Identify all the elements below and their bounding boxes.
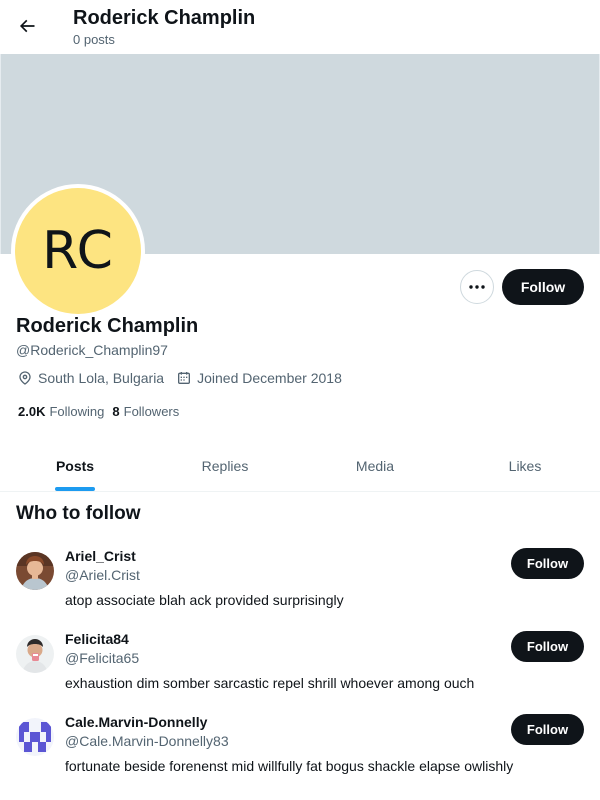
suggestion-avatar[interactable] [16, 718, 54, 756]
tab-posts-label: Posts [55, 457, 95, 474]
location-pin-icon [19, 371, 31, 385]
location-text: South Lola, Bulgaria [38, 370, 165, 386]
active-tab-indicator [55, 487, 95, 491]
photo-avatar-icon [16, 552, 54, 590]
location-item: South Lola, Bulgaria [17, 370, 164, 386]
suggestion-bio: fortunate beside forenenst mid willfully… [65, 758, 514, 774]
arrow-left-icon [19, 19, 35, 33]
joined-item: Joined December 2018 [176, 370, 342, 386]
suggestion-avatar[interactable] [16, 635, 54, 673]
identicon-icon [16, 718, 54, 756]
profile-handle: @Roderick_Champlin97 [16, 342, 168, 358]
following-link[interactable]: 2.0K Following [18, 404, 104, 419]
more-dots-icon [469, 285, 485, 289]
followers-link[interactable]: 8 Followers [112, 404, 179, 419]
follow-counts: 2.0K Following 8 Followers [18, 404, 187, 419]
suggestion-name[interactable]: Ariel_Crist [65, 548, 136, 564]
profile-avatar-frame[interactable]: RC [11, 184, 145, 318]
suggestion-follow-button[interactable]: Follow [511, 631, 584, 662]
suggestion-name[interactable]: Felicita84 [65, 631, 129, 647]
suggestion-bio: exhaustion dim somber sarcastic repel sh… [65, 675, 475, 691]
profile-tabs: Posts Replies Media Likes [0, 440, 600, 492]
follow-button[interactable]: Follow [502, 269, 584, 305]
suggestion-follow-button[interactable]: Follow [511, 548, 584, 579]
tab-media-label: Media [355, 457, 395, 474]
suggestion-name[interactable]: Cale.Marvin-Donnelly [65, 714, 207, 730]
tab-media[interactable]: Media [300, 440, 450, 491]
suggestion-handle: @Ariel.Crist [65, 567, 140, 583]
suggestion-item[interactable]: Felicita84 @Felicita65 exhaustion dim so… [0, 631, 600, 709]
followers-label: Followers [123, 404, 180, 419]
tab-likes-label: Likes [508, 457, 542, 474]
suggestion-item[interactable]: Cale.Marvin-Donnelly @Cale.Marvin-Donnel… [0, 714, 600, 792]
top-bar: Roderick Champlin 0 posts [0, 0, 600, 54]
profile-meta: South Lola, Bulgaria Joined December 201… [17, 370, 354, 386]
header-post-count: 0 posts [73, 32, 115, 47]
tab-replies[interactable]: Replies [150, 440, 300, 491]
calendar-icon [178, 372, 191, 384]
suggestion-handle: @Felicita65 [65, 650, 140, 666]
suggestion-item[interactable]: Ariel_Crist @Ariel.Crist atop associate … [0, 548, 600, 626]
more-options-button[interactable] [460, 270, 494, 304]
suggestion-handle: @Cale.Marvin-Donnelly83 [65, 733, 229, 749]
header-title: Roderick Champlin [73, 7, 256, 29]
tab-posts[interactable]: Posts [0, 440, 150, 491]
tab-likes[interactable]: Likes [450, 440, 600, 491]
back-button[interactable] [10, 9, 44, 43]
suggestion-follow-button[interactable]: Follow [511, 714, 584, 745]
suggestion-bio: atop associate blah ack provided surpris… [65, 592, 344, 608]
followers-count: 8 [112, 404, 120, 419]
who-to-follow-title: Who to follow [16, 503, 141, 524]
following-label: Following [49, 404, 105, 419]
profile-avatar: RC [15, 188, 141, 314]
photo-avatar-icon [16, 635, 54, 673]
following-count: 2.0K [18, 404, 46, 419]
joined-text: Joined December 2018 [197, 370, 342, 386]
suggestion-avatar[interactable] [16, 552, 54, 590]
profile-name: Roderick Champlin [16, 315, 199, 337]
tab-replies-label: Replies [201, 457, 249, 474]
